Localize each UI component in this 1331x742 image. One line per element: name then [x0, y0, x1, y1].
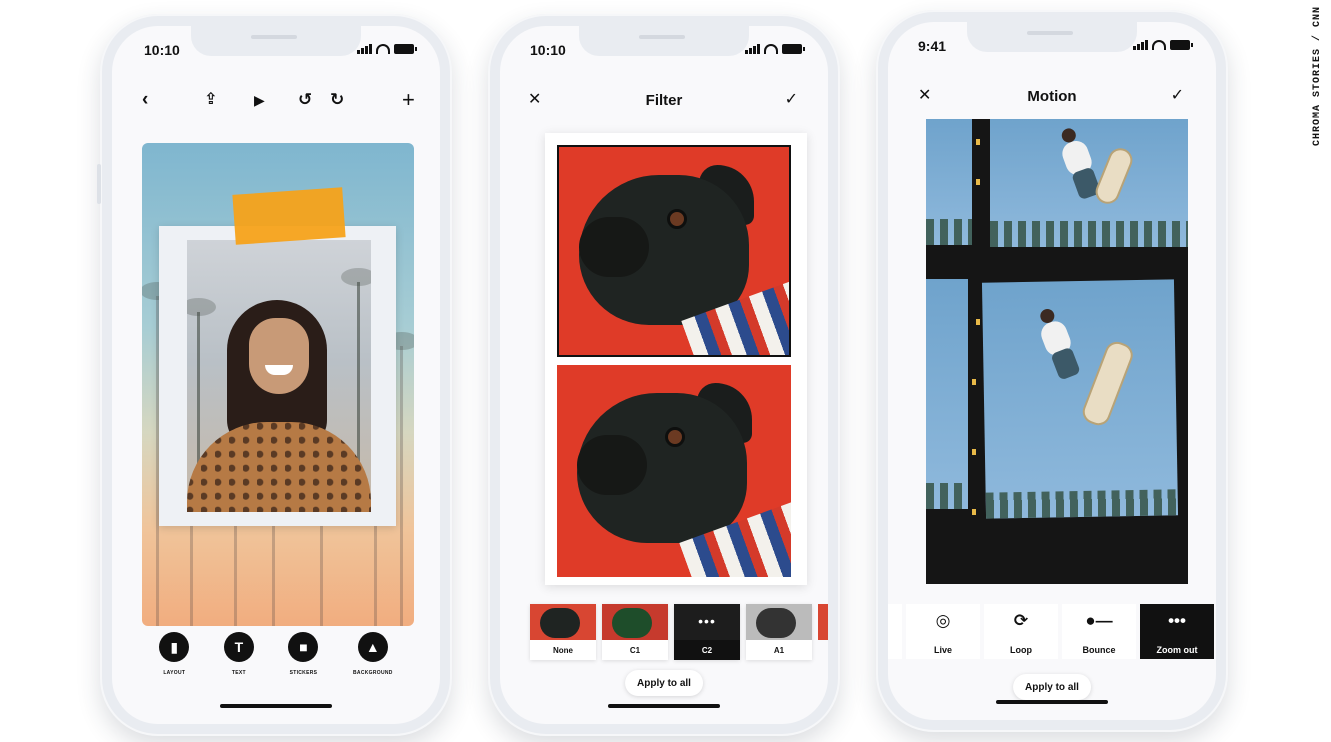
motion-label: Zoom out: [1156, 645, 1198, 655]
motion-live[interactable]: ◎ Live: [906, 604, 980, 659]
layout-icon: ▮: [159, 632, 190, 662]
filter-screen: 10:10 ✕ Filter ✓ None C1 ••• C2 A1 Apply…: [500, 26, 828, 724]
status-time: 9:41: [918, 38, 947, 54]
filter-c1[interactable]: C1: [602, 604, 668, 660]
signal-icon: [357, 44, 372, 54]
redo-icon[interactable]: ↻: [330, 90, 344, 110]
filter-label: C1: [629, 645, 641, 655]
editor-toolbar: ▮ LAYOUT T TEXT ■ STICKERS ▲ BACKGROUND: [112, 632, 440, 676]
film-strip-photo[interactable]: [926, 119, 1188, 584]
photo-credit: CHROMA STORIES / CNN: [1312, 6, 1323, 147]
battery-icon: [1170, 40, 1193, 50]
motion-label: Loop: [1010, 645, 1032, 655]
filter-a1[interactable]: A1: [746, 604, 812, 660]
status-icons: [1133, 40, 1193, 50]
pug-photo-filtered[interactable]: [557, 365, 791, 577]
wifi-icon: [376, 44, 390, 54]
phone-motion: 9:41 ✕ Motion ✓ ◎ Live ⟳ Loop ●— Bounce …: [876, 10, 1228, 732]
motion-loop[interactable]: ⟳ Loop: [984, 604, 1058, 659]
screen-title: Filter: [645, 92, 683, 109]
battery-icon: [782, 44, 805, 54]
status-time: 10:10: [144, 42, 180, 58]
pug-photo-original[interactable]: [557, 145, 791, 357]
phone-editor: 10:10 ‹ ⇪ ▶ ↺ ↻ + ▮ LAYOUT T TEXT ■ STIC…: [97, 14, 452, 736]
filter-preview: [545, 133, 807, 585]
status-time: 10:10: [530, 42, 566, 58]
chevron-left-icon[interactable]: ‹: [142, 90, 148, 110]
tool-label: STICKERS: [289, 670, 318, 676]
apply-to-all-button[interactable]: Apply to all: [625, 670, 703, 696]
layout-button[interactable]: ▮ LAYOUT: [159, 632, 190, 676]
undo-icon[interactable]: ↺: [298, 90, 312, 110]
story-canvas[interactable]: [142, 143, 414, 626]
apply-to-all-button[interactable]: Apply to all: [1013, 674, 1091, 700]
photo-frame[interactable]: [159, 226, 396, 526]
motion-options: ◎ Live ⟳ Loop ●— Bounce ••• Zoom out: [888, 604, 1216, 659]
plus-icon[interactable]: +: [402, 89, 415, 111]
signal-icon: [1133, 40, 1148, 50]
wifi-icon: [1152, 40, 1166, 50]
filter-label: A1: [773, 645, 785, 655]
sticker-icon: ■: [288, 632, 319, 662]
notch: [191, 26, 361, 56]
filter-strip: None C1 ••• C2 A1: [530, 604, 828, 660]
battery-icon: [394, 44, 417, 54]
motion-bounce[interactable]: ●— Bounce: [1062, 604, 1136, 659]
live-icon: ◎: [935, 611, 951, 630]
portrait-photo: [187, 240, 371, 512]
phone-filter: 10:10 ✕ Filter ✓ None C1 ••• C2 A1 Apply…: [488, 14, 840, 736]
filter-none[interactable]: None: [530, 604, 596, 660]
text-button[interactable]: T TEXT: [223, 632, 254, 676]
wifi-icon: [764, 44, 778, 54]
filter-c2[interactable]: ••• C2: [674, 604, 740, 660]
background-icon: ▲: [357, 632, 388, 662]
check-icon[interactable]: ✓: [1171, 86, 1184, 106]
filter-next-partial[interactable]: [818, 604, 828, 640]
tool-label: BACKGROUND: [353, 670, 393, 676]
notch: [967, 22, 1137, 52]
bounce-icon: ●—: [1085, 611, 1113, 630]
play-icon[interactable]: ▶: [254, 90, 265, 110]
editor-screen: 10:10 ‹ ⇪ ▶ ↺ ↻ + ▮ LAYOUT T TEXT ■ STIC…: [112, 26, 440, 724]
signal-icon: [745, 44, 760, 54]
motion-screen: 9:41 ✕ Motion ✓ ◎ Live ⟳ Loop ●— Bounce …: [888, 22, 1216, 720]
filter-label: C2: [701, 645, 713, 655]
more-icon[interactable]: •••: [674, 614, 740, 628]
text-icon: T: [223, 632, 254, 662]
motion-label: Bounce: [1082, 645, 1116, 655]
status-icons: [745, 44, 805, 54]
motion-zoom-out[interactable]: ••• Zoom out: [1140, 604, 1214, 659]
tool-label: LAYOUT: [163, 670, 186, 676]
home-indicator[interactable]: [220, 704, 332, 708]
loop-icon: ⟳: [1013, 611, 1029, 630]
filter-label: None: [553, 645, 573, 655]
home-indicator[interactable]: [996, 700, 1108, 704]
background-button[interactable]: ▲ BACKGROUND: [353, 632, 393, 676]
motion-option-partial[interactable]: [888, 604, 902, 659]
stickers-button[interactable]: ■ STICKERS: [288, 632, 319, 676]
zoom-out-icon: •••: [1168, 611, 1186, 630]
home-indicator[interactable]: [608, 704, 720, 708]
status-icons: [357, 44, 417, 54]
check-icon[interactable]: ✓: [785, 90, 798, 110]
tape-sticker[interactable]: [232, 187, 346, 245]
screen-title: Motion: [1027, 88, 1077, 105]
tool-label: TEXT: [231, 670, 246, 676]
notch: [579, 26, 749, 56]
share-icon[interactable]: ⇪: [204, 90, 217, 110]
motion-label: Live: [933, 645, 952, 655]
